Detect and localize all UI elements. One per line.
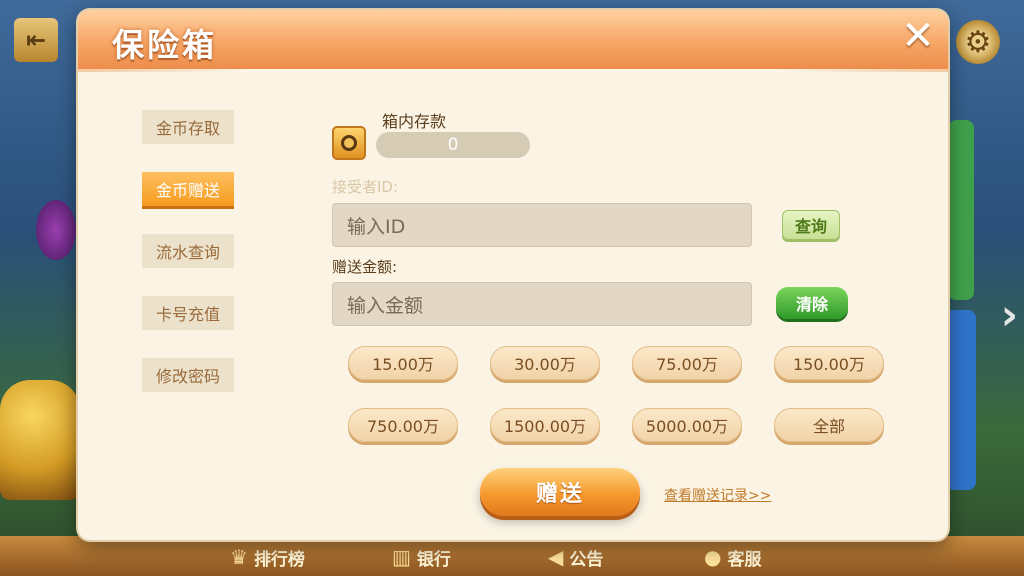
amount-preset-button[interactable]: 150.00万 [774, 346, 884, 380]
chevron-right-icon[interactable]: › [1001, 290, 1018, 339]
modal-header: 保险箱 ✕ [78, 10, 948, 72]
amount-preset-button[interactable]: 75.00万 [632, 346, 742, 380]
amount-preset-button[interactable]: 750.00万 [348, 408, 458, 442]
exit-icon[interactable]: ⇤ [14, 18, 58, 62]
crown-icon: ♛ [230, 545, 248, 569]
amount-preset-button[interactable]: 5000.00万 [632, 408, 742, 442]
gear-icon[interactable]: ⚙ [956, 20, 1000, 64]
headset-icon: ● [704, 545, 722, 569]
side-card-green [948, 120, 974, 300]
trophy-icon [0, 380, 80, 500]
amount-preset-button[interactable]: 15.00万 [348, 346, 458, 380]
bottom-nav: ♛ 排行榜 ▥ 银行 ◀ 公告 ● 客服 [0, 536, 1024, 576]
side-item-coin-gift[interactable]: 金币赠送 [142, 172, 234, 206]
bottom-nav-bank[interactable]: ▥ 银行 [392, 542, 451, 572]
recipient-id-label: 接受者ID: [332, 178, 399, 196]
bottom-nav-label: 银行 [416, 549, 451, 570]
gift-amount-input[interactable]: 输入金额 [332, 282, 752, 326]
side-item-card-recharge[interactable]: 卡号充值 [142, 296, 234, 330]
safe-balance-label: 箱内存款 [382, 112, 447, 131]
send-gift-button[interactable]: 赠送 [480, 468, 640, 516]
gift-amount-label: 赠送金额: [332, 258, 398, 276]
side-item-change-password[interactable]: 修改密码 [142, 358, 234, 392]
gift-history-link[interactable]: 查看赠送记录>> [664, 485, 771, 505]
query-button[interactable]: 查询 [782, 210, 840, 240]
amount-preset-all-button[interactable]: 全部 [774, 408, 884, 442]
bottom-nav-label: 公告 [569, 549, 604, 570]
clear-button[interactable]: 清除 [776, 287, 848, 319]
coin-icon [332, 126, 366, 160]
side-item-coin-access[interactable]: 金币存取 [142, 110, 234, 144]
megaphone-icon: ◀ [548, 545, 564, 569]
bottom-nav-notice[interactable]: ◀ 公告 [548, 542, 603, 572]
safe-box-modal: 保险箱 ✕ 金币存取 金币赠送 流水查询 卡号充值 修改密码 箱内存款 0 接受… [78, 10, 948, 540]
bottom-nav-label: 客服 [727, 549, 762, 570]
modal-title: 保险箱 [112, 26, 218, 64]
amount-preset-button[interactable]: 30.00万 [490, 346, 600, 380]
safe-balance-value: 0 [376, 132, 530, 158]
bottom-nav-label: 排行榜 [253, 549, 305, 570]
side-item-flow-query[interactable]: 流水查询 [142, 234, 234, 268]
bank-icon: ▥ [392, 545, 411, 569]
amount-preset-button[interactable]: 1500.00万 [490, 408, 600, 442]
decoration-plant [36, 200, 76, 260]
recipient-id-input[interactable]: 输入ID [332, 203, 752, 247]
side-card-blue [946, 310, 976, 490]
bottom-nav-rank[interactable]: ♛ 排行榜 [230, 542, 305, 572]
close-button[interactable]: ✕ [896, 14, 940, 58]
bottom-nav-service[interactable]: ● 客服 [704, 542, 761, 572]
